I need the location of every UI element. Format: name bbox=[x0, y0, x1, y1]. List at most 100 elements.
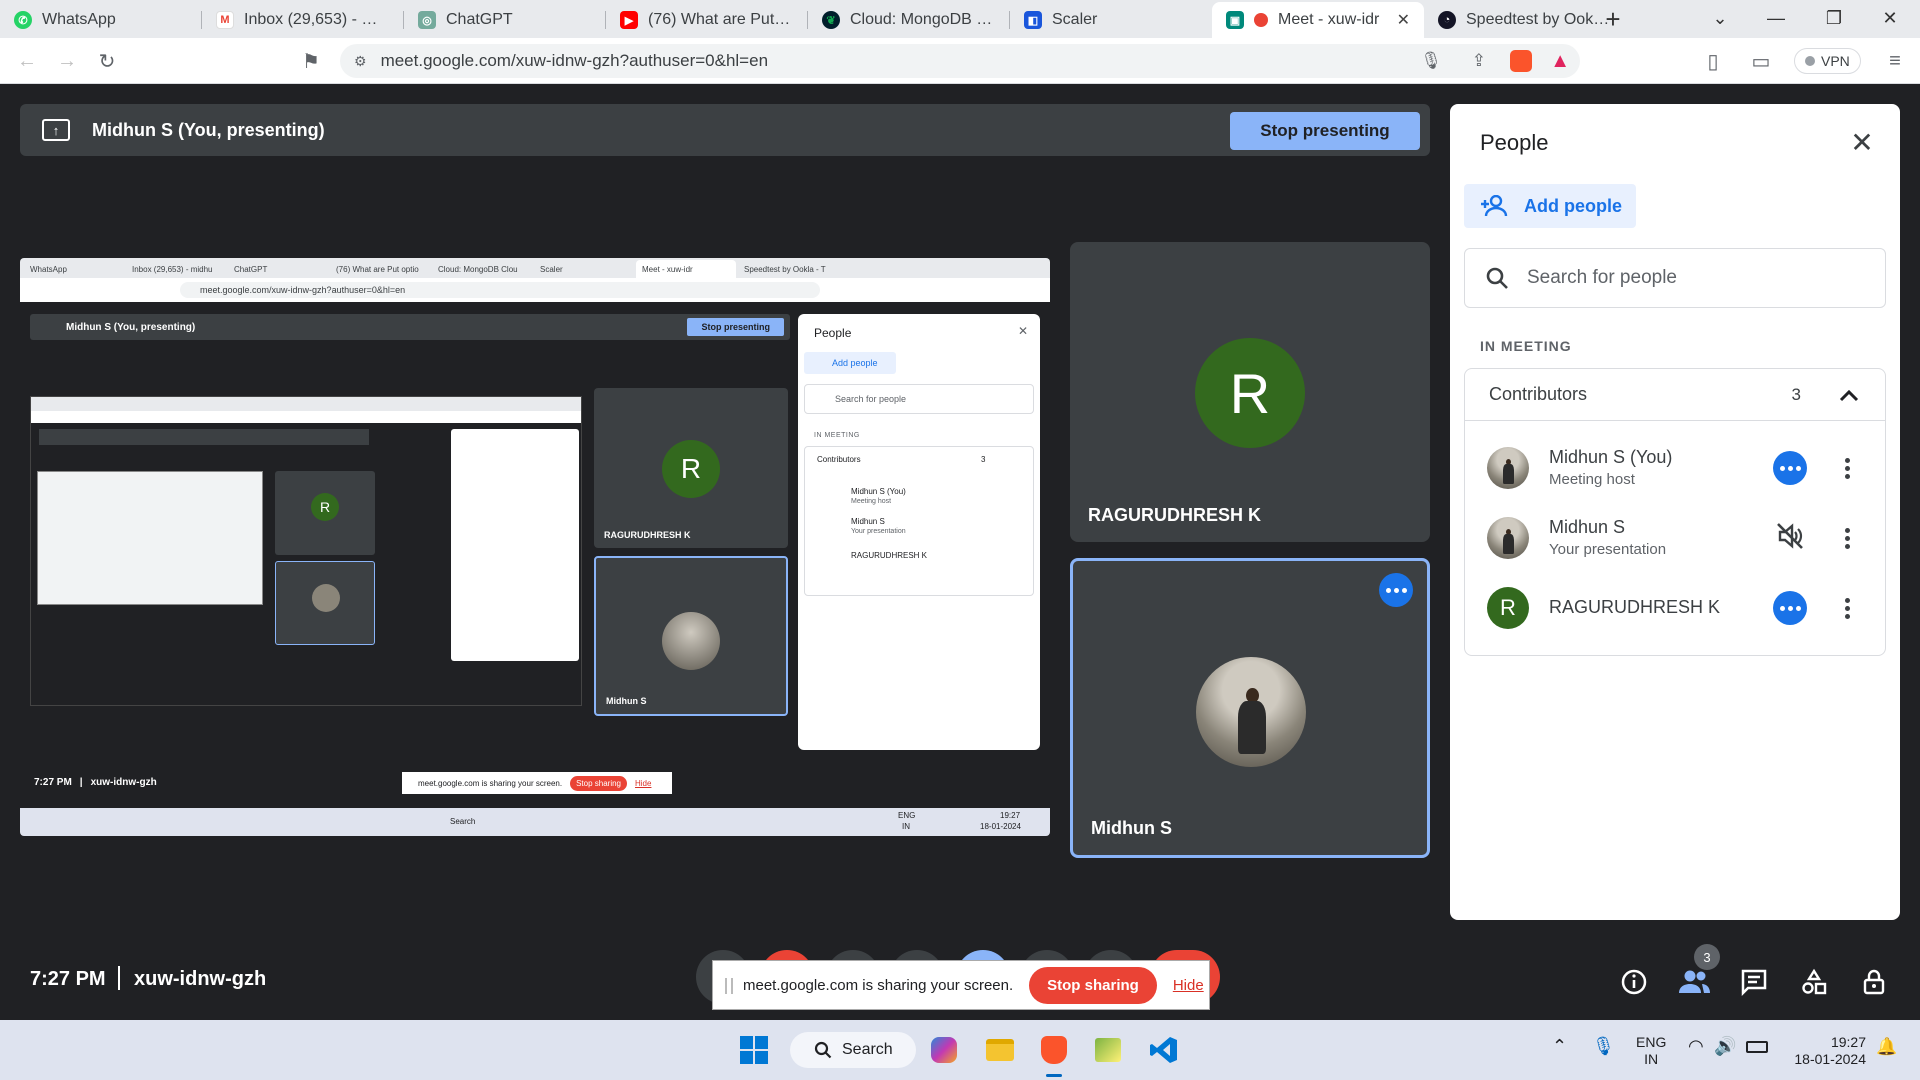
photos-icon[interactable] bbox=[1092, 1034, 1124, 1066]
vpn-button[interactable]: VPN bbox=[1794, 48, 1861, 74]
avatar: R bbox=[1487, 587, 1529, 629]
sidebar-toggle-icon[interactable]: ▯ bbox=[1698, 46, 1728, 76]
forward-button[interactable]: → bbox=[52, 46, 82, 76]
mini-code: xuw-idnw-gzh bbox=[90, 776, 157, 788]
taskbar-search[interactable]: Search bbox=[790, 1032, 916, 1068]
windows-start-icon[interactable] bbox=[738, 1034, 770, 1066]
more-options-icon[interactable] bbox=[1379, 573, 1413, 607]
screen-sharing-banner: meet.google.com is sharing your screen. … bbox=[712, 960, 1210, 1010]
mini-taskbar: Search ENG IN 19:27 18-01-2024 bbox=[20, 808, 1050, 836]
site-info-icon[interactable]: ⚙ bbox=[354, 53, 367, 70]
people-icon bbox=[1679, 970, 1710, 993]
tab-search-button[interactable]: ⌄ bbox=[1692, 0, 1748, 36]
share-icon[interactable]: ⇪ bbox=[1472, 51, 1486, 71]
add-people-button[interactable]: Add people bbox=[1464, 184, 1636, 228]
participant-name: RAGURUDHRESH K bbox=[1088, 505, 1262, 525]
wifi-icon[interactable]: ◠ bbox=[1688, 1037, 1704, 1055]
mini-people-title: People bbox=[814, 326, 852, 340]
minimize-button[interactable]: — bbox=[1748, 0, 1804, 36]
sharing-message: meet.google.com is sharing your screen. bbox=[743, 976, 1014, 994]
presenting-bar: ↑ Midhun S (You, presenting) Stop presen… bbox=[20, 104, 1430, 156]
tab-title: (76) What are Put optio bbox=[648, 11, 794, 28]
bookmark-icon[interactable]: ⚑ bbox=[296, 46, 326, 76]
notifications-bell-icon[interactable]: 🔔 bbox=[1876, 1038, 1897, 1055]
vscode-icon[interactable] bbox=[1148, 1034, 1180, 1066]
stop-presenting-button[interactable]: Stop presenting bbox=[1230, 112, 1420, 150]
contributors-header[interactable]: Contributors 3 bbox=[1465, 369, 1885, 421]
member-row[interactable]: R RAGURUDHRESH K bbox=[1465, 575, 1885, 641]
activities-button[interactable] bbox=[1792, 960, 1836, 1004]
more-vert-icon[interactable] bbox=[1835, 453, 1859, 483]
microphone-icon[interactable]: 🎙 bbox=[1420, 51, 1442, 71]
tab-chatgpt[interactable]: ◎ ChatGPT bbox=[404, 2, 606, 38]
tab-gmail[interactable]: M Inbox (29,653) - midhu bbox=[202, 2, 404, 38]
mini-member-name: RAGURUDHRESH K bbox=[851, 551, 928, 560]
brave-browser-icon[interactable] bbox=[1038, 1034, 1070, 1066]
close-window-button[interactable]: ✕ bbox=[1862, 0, 1918, 36]
tab-scaler[interactable]: ◧ Scaler bbox=[1010, 2, 1212, 38]
close-tab-icon[interactable]: ✕ bbox=[1397, 10, 1410, 30]
tab-meet[interactable]: ▣ Meet - xuw-idr ✕ bbox=[1212, 2, 1424, 38]
mini-member-sub: Meeting host bbox=[851, 498, 892, 505]
drag-handle-icon[interactable] bbox=[725, 978, 733, 994]
mini-tab: Meet - xuw-idr bbox=[636, 260, 736, 278]
tab-mongodb[interactable]: ❦ Cloud: MongoDB Clou bbox=[808, 2, 1010, 38]
hide-banner-link[interactable]: Hide bbox=[1173, 977, 1204, 994]
maximize-button[interactable]: ❐ bbox=[1806, 0, 1862, 36]
language-indicator[interactable]: ENG IN bbox=[1636, 1034, 1666, 1068]
windows-taskbar: Search ⌃ 🎙 ENG IN ◠ 🔊 19:27 18-01-2024 🔔 bbox=[0, 1020, 1920, 1080]
stop-sharing-button[interactable]: Stop sharing bbox=[1029, 966, 1157, 1004]
chat-icon bbox=[1741, 969, 1767, 996]
back-button[interactable]: ← bbox=[12, 46, 42, 76]
more-vert-icon[interactable] bbox=[1835, 523, 1859, 553]
people-button[interactable] bbox=[1672, 960, 1716, 1004]
host-controls-button[interactable] bbox=[1852, 960, 1896, 1004]
participant-tile-midhun[interactable]: Midhun S bbox=[1070, 558, 1430, 858]
participant-tile-ragurudhresh[interactable]: R RAGURUDHRESH K bbox=[1070, 242, 1430, 542]
tab-title: Meet - xuw-idr bbox=[1278, 11, 1380, 28]
more-vert-icon[interactable] bbox=[1835, 593, 1859, 623]
copilot-icon[interactable] bbox=[928, 1034, 960, 1066]
new-tab-button[interactable]: + bbox=[1598, 4, 1628, 34]
mini-nested-tile bbox=[275, 561, 375, 645]
avatar-body bbox=[1502, 463, 1514, 484]
mini-tab: ChatGPT bbox=[234, 264, 268, 274]
mini-share-text: meet.google.com is sharing your screen. bbox=[418, 778, 563, 788]
brave-rewards-icon[interactable]: ▲ bbox=[1550, 50, 1570, 73]
reload-button[interactable]: ↻ bbox=[92, 46, 122, 76]
member-row[interactable]: Midhun S Your presentation bbox=[1465, 505, 1885, 571]
volume-icon[interactable]: 🔊 bbox=[1714, 1037, 1736, 1055]
mini-address-bar: meet.google.com/xuw-idnw-gzh?authuser=0&… bbox=[20, 278, 1050, 302]
tab-whatsapp[interactable]: ✆ WhatsApp bbox=[0, 2, 202, 38]
chat-button[interactable] bbox=[1732, 960, 1776, 1004]
avatar: R bbox=[1195, 338, 1305, 448]
muted-audio-icon bbox=[1777, 523, 1803, 549]
show-hidden-icons[interactable]: ⌃ bbox=[1552, 1037, 1567, 1055]
member-row[interactable]: Midhun S (You) Meeting host bbox=[1465, 435, 1885, 501]
vpn-label: VPN bbox=[1821, 53, 1850, 69]
clock-time: 19:27 bbox=[1830, 1034, 1866, 1050]
mini-nested-tile: R bbox=[275, 471, 375, 555]
mini-tab: (76) What are Put optio bbox=[336, 264, 419, 274]
menu-icon[interactable]: ≡ bbox=[1880, 46, 1910, 76]
mini-share-banner: meet.google.com is sharing your screen. … bbox=[402, 772, 672, 794]
tab-speedtest[interactable]: ◔ Speedtest by Ookla - T bbox=[1424, 2, 1626, 38]
contributors-group: Contributors 3 Midhun S (You) Meeting ho… bbox=[1464, 368, 1886, 656]
search-people-input[interactable]: Search for people bbox=[1464, 248, 1886, 308]
member-name: Midhun S (You) bbox=[1549, 447, 1673, 467]
battery-icon[interactable] bbox=[1746, 1041, 1768, 1053]
chevron-up-icon[interactable] bbox=[1835, 381, 1863, 409]
brave-shields-icon[interactable] bbox=[1510, 50, 1532, 72]
microphone-tray-icon[interactable]: 🎙 bbox=[1592, 1037, 1615, 1055]
file-explorer-icon[interactable] bbox=[984, 1034, 1016, 1066]
speedtest-icon: ◔ bbox=[1438, 11, 1456, 29]
mini-tab-strip: WhatsApp Inbox (29,653) - midhu ChatGPT … bbox=[20, 258, 1050, 278]
wallet-icon[interactable]: ▭ bbox=[1746, 46, 1776, 76]
tab-youtube[interactable]: ▶ (76) What are Put optio bbox=[606, 2, 808, 38]
close-icon[interactable]: ✕ bbox=[1844, 124, 1880, 160]
clock[interactable]: 19:27 18-01-2024 bbox=[1786, 1034, 1866, 1068]
mini-region: IN bbox=[902, 822, 910, 831]
url-bar[interactable]: ⚙ meet.google.com/xuw-idnw-gzh?authuser=… bbox=[340, 44, 1580, 78]
mini-tile-name: RAGURUDHRESH K bbox=[604, 530, 691, 540]
meeting-details-button[interactable] bbox=[1612, 960, 1656, 1004]
